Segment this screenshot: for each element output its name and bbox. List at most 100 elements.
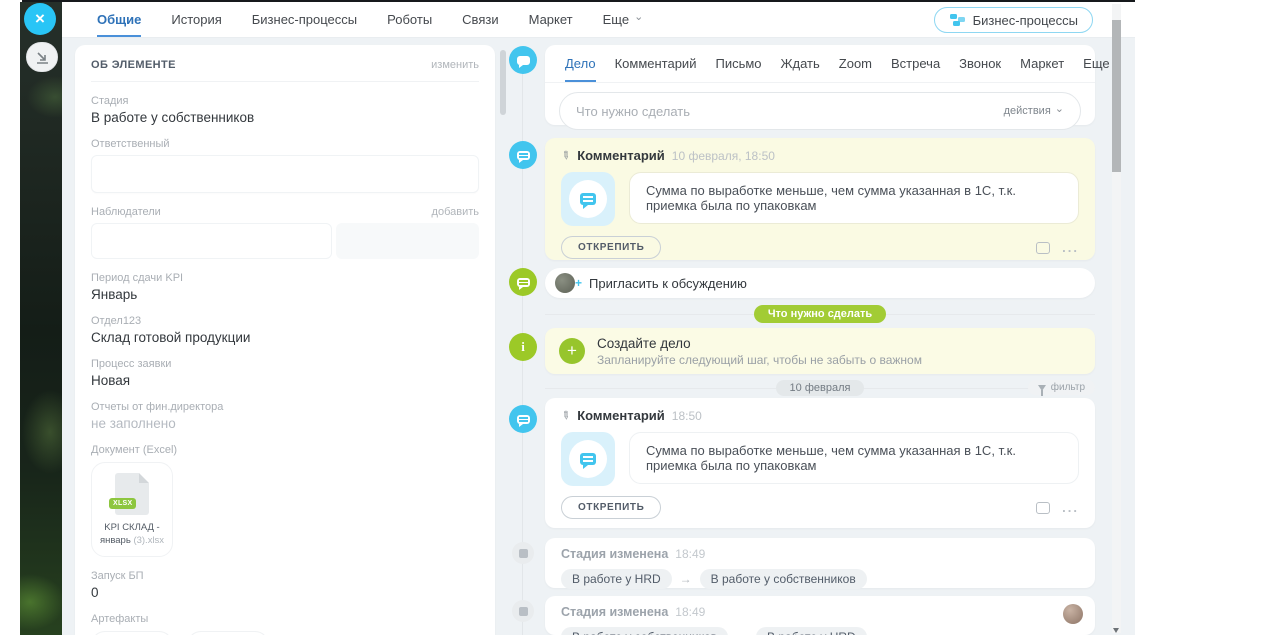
- scroll-down-arrow-icon[interactable]: [1113, 628, 1119, 633]
- filter-button[interactable]: фильтр: [1028, 380, 1095, 395]
- pin-icon: ✎: [558, 408, 573, 424]
- file-card-artifact-2[interactable]: XLSX Выработка Январь 25.xlsx: [187, 631, 269, 635]
- background-image-strip: [20, 2, 62, 635]
- document-label: Документ (Excel): [91, 444, 479, 456]
- artifacts-label: Артефакты: [91, 613, 479, 625]
- tab-email[interactable]: Письмо: [715, 56, 761, 82]
- comment-bubble-icon[interactable]: [1036, 502, 1050, 514]
- details-panel: ОБ ЭЛЕМЕНТЕ изменить Стадия В работе у с…: [75, 45, 495, 635]
- responsible-label: Ответственный: [91, 138, 479, 150]
- file-card-artifact-1[interactable]: XLSX Выработка Январь 25.xlsx: [91, 631, 173, 635]
- bp-diagram-icon: [949, 13, 966, 27]
- avatar: [1063, 604, 1083, 624]
- comment-text: Сумма по выработке меньше, чем сумма ука…: [629, 172, 1079, 224]
- stage-change-icon: [512, 542, 534, 564]
- details-header: ОБ ЭЛЕМЕНТЕ: [91, 59, 176, 71]
- observers-label: Наблюдатели: [91, 206, 161, 218]
- date-separator-row: 10 февраля фильтр: [545, 380, 1095, 396]
- request-process-value[interactable]: Новая: [91, 373, 479, 388]
- timeline-tabbar: Дело Комментарий Письмо Ждать Zoom Встре…: [545, 45, 1095, 83]
- todo-separator: Что нужно сделать: [545, 305, 1095, 323]
- avatar: +: [555, 273, 575, 293]
- tab-comment[interactable]: Комментарий: [615, 56, 697, 82]
- stage-to-tag: В работе у HRD: [756, 627, 867, 635]
- stage-from-tag: В работе у собственников: [561, 627, 728, 635]
- tab-zoom[interactable]: Zoom: [839, 56, 872, 82]
- comment-icon: [509, 141, 537, 169]
- findir-reports-value: не заполнено: [91, 416, 479, 431]
- add-user-icon: +: [575, 276, 582, 290]
- todo-pill[interactable]: Что нужно сделать: [754, 305, 886, 323]
- collapse-arrow-icon: [36, 51, 49, 64]
- tab-history[interactable]: История: [171, 2, 221, 37]
- bp-launch-label: Запуск БП: [91, 570, 479, 582]
- invite-label: Пригласить к обсуждению: [589, 276, 747, 291]
- tab-meeting[interactable]: Встреча: [891, 56, 940, 82]
- stage-change-card: Стадия изменена 18:49 В работе у HRD → В…: [545, 538, 1095, 588]
- excel-file-icon: XLSX: [115, 473, 149, 515]
- slider-panel: Общие История Бизнес-процессы Роботы Свя…: [62, 2, 1135, 635]
- tab-general[interactable]: Общие: [97, 2, 141, 37]
- tab-market[interactable]: Маркет: [529, 2, 573, 37]
- business-processes-button[interactable]: Бизнес-процессы: [934, 7, 1093, 33]
- tab-links[interactable]: Связи: [462, 2, 498, 37]
- arrow-right-icon: →: [736, 630, 748, 635]
- responsible-user-field[interactable]: [91, 155, 479, 193]
- add-observer-link[interactable]: добавить: [432, 206, 479, 218]
- xlsx-badge: XLSX: [109, 498, 136, 509]
- deal-chat-icon: [509, 46, 537, 74]
- plus-icon[interactable]: +: [559, 338, 585, 364]
- create-deal-hint: + Создайте дело Запланируйте следующий ш…: [545, 328, 1095, 374]
- stage-change-card: Стадия изменена 18:49 В работе у собстве…: [545, 596, 1095, 635]
- create-deal-subtitle: Запланируйте следующий шаг, чтобы не заб…: [597, 353, 922, 367]
- info-icon: i: [509, 333, 537, 361]
- arrow-right-icon: →: [680, 572, 692, 586]
- stage-value[interactable]: В работе у собственников: [91, 110, 479, 125]
- kpi-period-value[interactable]: Январь: [91, 287, 479, 302]
- date-pill: 10 февраля: [776, 380, 865, 396]
- stage-change-icon: [512, 600, 534, 622]
- activity-composer: Дело Комментарий Письмо Ждать Zoom Встре…: [545, 45, 1095, 125]
- todo-input-wrap: действия ⌄: [559, 92, 1081, 130]
- findir-reports-label: Отчеты от фин.директора: [91, 401, 479, 413]
- unpin-button[interactable]: ОТКРЕПИТЬ: [561, 496, 661, 519]
- comment-avatar: [561, 432, 615, 486]
- create-deal-title[interactable]: Создайте дело: [597, 336, 922, 351]
- close-button[interactable]: ×: [24, 3, 56, 35]
- stage-label: Стадия: [91, 95, 479, 107]
- tab-market[interactable]: Маркет: [1020, 56, 1064, 82]
- tab-deal[interactable]: Дело: [565, 56, 596, 82]
- invite-to-discussion[interactable]: + Пригласить к обсуждению: [545, 268, 1095, 298]
- timeline-scrollbar-thumb[interactable]: [1112, 20, 1121, 172]
- comment-text: Сумма по выработке меньше, чем сумма ука…: [629, 432, 1079, 484]
- unpin-button[interactable]: ОТКРЕПИТЬ: [561, 236, 661, 259]
- department-value[interactable]: Склад готовой продукции: [91, 330, 479, 345]
- comment-icon: [509, 405, 537, 433]
- observers-field[interactable]: [91, 223, 479, 259]
- discussion-icon: [509, 268, 537, 296]
- comment-bubble-icon[interactable]: [1036, 242, 1050, 254]
- tab-wait[interactable]: Ждать: [781, 56, 820, 82]
- todo-input[interactable]: [576, 104, 1004, 119]
- chevron-down-icon: ⌄: [1055, 104, 1064, 115]
- file-card-kpi-sklad[interactable]: XLSX KPI СКЛАД - январь (3).xlsx: [91, 462, 173, 557]
- kpi-period-label: Период сдачи KPI: [91, 272, 479, 284]
- tab-call[interactable]: Звонок: [959, 56, 1001, 82]
- tab-more[interactable]: Еще ⌄: [603, 2, 644, 37]
- close-icon: ×: [35, 9, 45, 29]
- comment-card: ✎ Комментарий 18:50 Сумма по выработке м…: [545, 398, 1095, 528]
- collapse-panel-button[interactable]: [26, 42, 58, 72]
- tab-robots[interactable]: Роботы: [387, 2, 432, 37]
- chevron-down-icon: ⌄: [634, 12, 643, 23]
- pin-icon: ✎: [558, 148, 573, 164]
- details-scrollbar[interactable]: [500, 50, 506, 115]
- request-process-label: Процесс заявки: [91, 358, 479, 370]
- comment-avatar: [561, 172, 615, 226]
- bp-launch-value: 0: [91, 585, 479, 600]
- actions-dropdown[interactable]: действия ⌄: [1004, 105, 1064, 117]
- stage-to-tag: В работе у собственников: [700, 569, 867, 589]
- tab-business-processes[interactable]: Бизнес-процессы: [252, 2, 357, 37]
- observer-chip-area[interactable]: [91, 223, 332, 259]
- file-name: KPI СКЛАД - январь (3).xlsx: [96, 522, 168, 548]
- edit-link[interactable]: изменить: [431, 59, 479, 71]
